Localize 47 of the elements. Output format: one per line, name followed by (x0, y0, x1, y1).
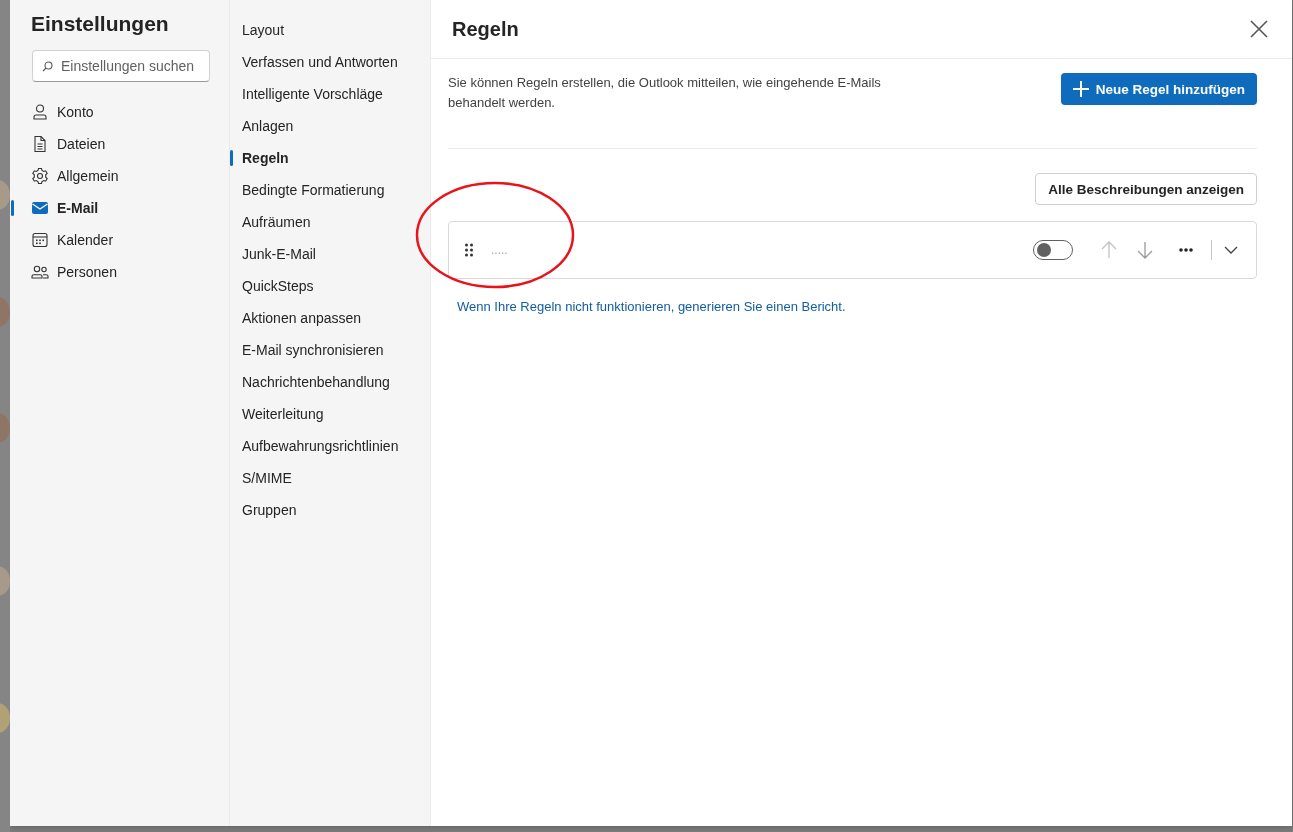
search-field[interactable]: Einstellungen suchen (32, 50, 210, 82)
nav-item[interactable]: Bedingte Formatierung (230, 174, 430, 206)
plus-icon (1072, 81, 1089, 97)
nav-item[interactable]: Dateien (10, 128, 229, 160)
arrow-down-icon (1137, 241, 1153, 259)
rule-name: ..... (491, 243, 509, 257)
nav-item[interactable]: Aufbewahrungsrichtlinien (230, 430, 430, 462)
report-link[interactable]: Wenn Ihre Regeln nicht funktionieren, generieren Sie einen Bericht. (457, 299, 846, 314)
search-icon (42, 61, 53, 72)
chevron-down-icon (1224, 246, 1238, 254)
more-icon (1179, 248, 1193, 252)
nav-item[interactable]: Anlagen (230, 110, 430, 142)
nav-item[interactable]: S/MIME (230, 462, 430, 494)
nav-item[interactable]: Allgemein (10, 160, 229, 192)
description-text: Sie können Regeln erstellen, die Outlook mitteilen, wie eingehende E-Mails behandelt werden. (448, 74, 882, 112)
gear-icon (31, 167, 49, 185)
nav-item[interactable]: E-Mail synchronisieren (230, 334, 430, 366)
person-icon (31, 103, 49, 121)
nav-item[interactable]: QuickSteps (230, 270, 430, 302)
nav-item[interactable]: Gruppen (230, 494, 430, 526)
nav-item[interactable]: Kalender (10, 224, 229, 256)
nav-item[interactable]: Weiterleitung (230, 398, 430, 430)
document-icon (31, 135, 49, 153)
nav-item[interactable]: Aktionen anpassen (230, 302, 430, 334)
show-descriptions-button[interactable]: Alle Beschreibungen anzeigen (1035, 173, 1257, 205)
people-icon (31, 263, 49, 281)
nav-item[interactable]: Aufräumen (230, 206, 430, 238)
drag-handle-icon[interactable] (465, 243, 473, 257)
nav-item[interactable]: Nachrichtenbehandlung (230, 366, 430, 398)
close-icon (1250, 20, 1268, 38)
envelope-icon (31, 199, 49, 217)
selection-indicator (11, 200, 14, 216)
selection-indicator (230, 150, 233, 166)
panel-title: Regeln (452, 17, 519, 41)
dialog-title: Einstellungen (31, 12, 170, 36)
calendar-icon (31, 231, 49, 249)
nav-item[interactable]: Konto (10, 96, 229, 128)
nav-item[interactable]: E-Mail (10, 192, 229, 224)
arrow-up-icon (1101, 241, 1117, 259)
new-rule-button[interactable]: Neue Regel hinzufügen (1060, 73, 1257, 105)
nav-item[interactable]: Intelligente Vorschläge (230, 78, 430, 110)
nav-item[interactable]: Verfassen und Antworten (230, 46, 430, 78)
toggle-switch[interactable] (1033, 240, 1073, 260)
nav-item[interactable]: Personen (10, 256, 229, 288)
nav-item[interactable]: Regeln (230, 142, 430, 174)
nav-item[interactable]: Junk-E-Mail (230, 238, 430, 270)
nav-item[interactable]: Layout (230, 14, 430, 46)
